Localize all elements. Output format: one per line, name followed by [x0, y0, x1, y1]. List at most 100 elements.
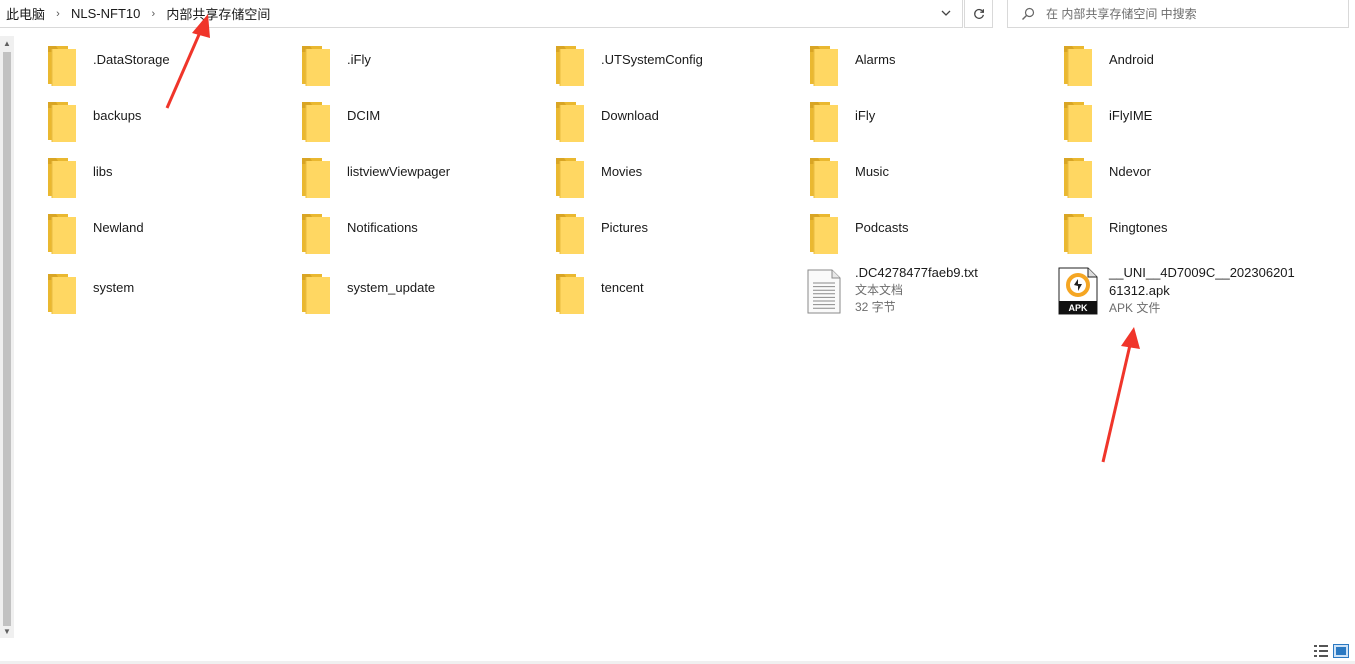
folder-name: libs	[93, 164, 113, 179]
folder-icon	[810, 46, 838, 86]
folder-name: Ndevor	[1109, 164, 1151, 179]
folder-icon	[1064, 46, 1092, 86]
folder-item[interactable]: Notifications	[296, 208, 536, 260]
file-explorer-window: 此电脑 › NLS-NFT10 › 内部共享存储空间 在 内部共享存储空间 中搜…	[0, 0, 1355, 664]
apk-file-icon: APK	[1058, 267, 1098, 315]
folder-icon	[302, 214, 330, 254]
folder-item[interactable]: libs	[42, 152, 282, 204]
folder-name: Android	[1109, 52, 1154, 67]
file-item[interactable]: .DC4278477faeb9.txt 文本文档 32 字节	[804, 264, 1045, 319]
folder-icon	[1064, 102, 1092, 142]
folder-icon	[1064, 158, 1092, 198]
chevron-right-icon[interactable]: ›	[49, 8, 67, 20]
folder-item[interactable]: Music	[804, 152, 1044, 204]
folder-name: Ringtones	[1109, 220, 1168, 235]
file-item[interactable]: APK __UNI__4D7009C__20230620161312.apk APK…	[1058, 264, 1299, 319]
text-file-icon	[807, 269, 841, 314]
folder-item[interactable]: system	[42, 268, 282, 320]
folder-name: listviewViewpager	[347, 164, 451, 179]
folder-item[interactable]: Pictures	[550, 208, 790, 260]
folder-item[interactable]: Ndevor	[1058, 152, 1298, 204]
search-input[interactable]: 在 内部共享存储空间 中搜索	[1007, 0, 1349, 28]
folder-icon	[48, 214, 76, 254]
folder-item[interactable]: listviewViewpager	[296, 152, 536, 204]
folder-item[interactable]: Download	[550, 96, 790, 148]
folder-icon	[302, 158, 330, 198]
file-name: __UNI__4D7009C__20230620161312.apk	[1109, 265, 1295, 298]
search-icon	[1022, 7, 1035, 20]
scroll-down-icon[interactable]: ▼	[0, 624, 14, 638]
folder-item[interactable]: Alarms	[804, 40, 1044, 92]
folder-name: iFlyIME	[1109, 108, 1153, 123]
folder-item[interactable]: backups	[42, 96, 282, 148]
apk-badge-text: APK	[1068, 303, 1088, 313]
large-icons-view-icon[interactable]	[1333, 644, 1349, 658]
folder-name: .DataStorage	[93, 52, 170, 67]
folder-item[interactable]: DCIM	[296, 96, 536, 148]
folder-name: system	[93, 280, 135, 295]
search-placeholder: 在 内部共享存储空间 中搜索	[1046, 7, 1197, 21]
folder-icon	[302, 274, 330, 314]
folder-icon	[48, 274, 76, 314]
folder-name: Notifications	[347, 220, 418, 235]
folder-name: Alarms	[855, 52, 896, 67]
folder-item[interactable]: .UTSystemConfig	[550, 40, 790, 92]
folder-item[interactable]: iFlyIME	[1058, 96, 1298, 148]
file-name: .DC4278477faeb9.txt	[855, 265, 978, 280]
folder-name: system_update	[347, 280, 436, 295]
folder-item[interactable]: system_update	[296, 268, 536, 320]
scroll-up-icon[interactable]: ▲	[0, 36, 14, 50]
folder-name: Download	[601, 108, 659, 123]
folder-item[interactable]: Android	[1058, 40, 1298, 92]
address-bar[interactable]: 此电脑 › NLS-NFT10 › 内部共享存储空间	[0, 0, 963, 28]
folder-icon	[48, 158, 76, 198]
file-size: 32 字节	[855, 300, 896, 314]
folder-item[interactable]: Newland	[42, 208, 282, 260]
folder-name: Newland	[93, 220, 144, 235]
folder-name: DCIM	[347, 108, 381, 123]
folder-item[interactable]: iFly	[804, 96, 1044, 148]
folder-icon	[302, 102, 330, 142]
refresh-icon	[973, 8, 984, 19]
folder-icon	[556, 158, 584, 198]
folder-item[interactable]: Podcasts	[804, 208, 1044, 260]
folder-icon	[810, 102, 838, 142]
folder-icon	[302, 46, 330, 86]
file-label: .DC4278477faeb9.txt 文本文档 32 字节	[855, 264, 1045, 316]
folder-name: Music	[855, 164, 889, 179]
folder-icon	[556, 46, 584, 86]
folder-name: iFly	[855, 108, 876, 123]
folder-icon	[556, 274, 584, 314]
file-grid: .DataStorage .iFly .UTSystemConfig Alarms An…	[38, 40, 1338, 600]
folder-item[interactable]: .iFly	[296, 40, 536, 92]
folder-icon	[556, 102, 584, 142]
scrollbar-thumb[interactable]	[3, 52, 11, 626]
folder-name: backups	[93, 108, 142, 123]
folder-name: Pictures	[601, 220, 648, 235]
details-view-icon[interactable]	[1313, 644, 1329, 658]
folder-icon	[556, 214, 584, 254]
chevron-down-icon[interactable]	[938, 5, 954, 21]
breadcrumb-internal-storage[interactable]: 内部共享存储空间	[162, 4, 274, 23]
file-type: APK 文件	[1109, 301, 1161, 315]
folder-icon	[48, 102, 76, 142]
folder-item[interactable]: Ringtones	[1058, 208, 1298, 260]
breadcrumb-device[interactable]: NLS-NFT10	[67, 6, 144, 21]
folder-item[interactable]: Movies	[550, 152, 790, 204]
folder-name: tencent	[601, 280, 644, 295]
refresh-button[interactable]	[964, 0, 993, 28]
file-label: __UNI__4D7009C__20230620161312.apk APK 文件	[1109, 264, 1299, 317]
file-type: 文本文档	[855, 283, 904, 297]
folder-item[interactable]: .DataStorage	[42, 40, 282, 92]
folder-icon	[810, 158, 838, 198]
vertical-scrollbar[interactable]: ▲ ▼	[0, 36, 14, 638]
chevron-right-icon[interactable]: ›	[144, 8, 162, 20]
folder-icon	[810, 214, 838, 254]
breadcrumb-this-pc[interactable]: 此电脑	[0, 4, 49, 23]
folder-icon	[1064, 214, 1092, 254]
folder-name: .UTSystemConfig	[601, 52, 703, 67]
view-toggle-group	[1313, 644, 1349, 658]
folder-name: .iFly	[347, 52, 371, 67]
folder-item[interactable]: tencent	[550, 268, 790, 320]
folder-name: Movies	[601, 164, 643, 179]
